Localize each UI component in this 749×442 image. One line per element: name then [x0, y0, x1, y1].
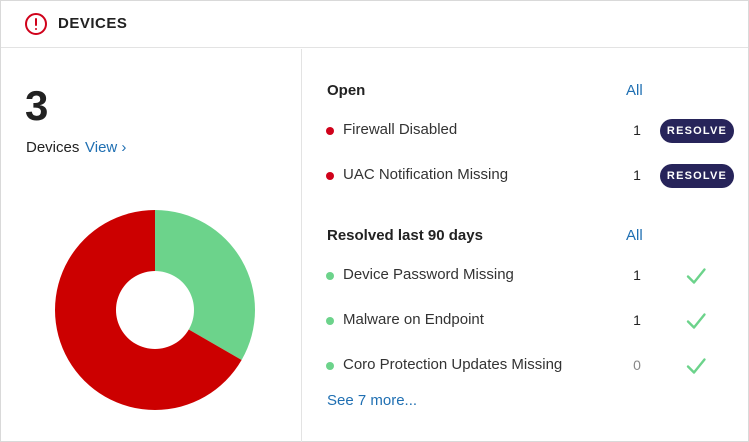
issue-label: Device Password Missing: [343, 266, 514, 283]
checkmark-icon: [686, 358, 706, 374]
status-dot-open: [326, 127, 334, 135]
resolved-all-link[interactable]: All: [626, 227, 643, 244]
devices-card: DEVICES 3 Devices View › Open All Firewa…: [0, 0, 749, 442]
card-title: DEVICES: [58, 15, 128, 32]
open-issue-row: Firewall Disabled 1 RESOLVE: [302, 119, 748, 143]
open-all-link[interactable]: All: [626, 82, 643, 99]
view-devices-link[interactable]: View ›: [85, 139, 126, 156]
resolved-issue-row: Device Password Missing 1: [302, 264, 748, 288]
donut-slice-resolved: [155, 210, 255, 360]
resolved-section-title: Resolved last 90 days: [327, 227, 483, 244]
see-more-link[interactable]: See 7 more...: [327, 392, 417, 409]
issue-count: 1: [633, 312, 641, 328]
checkmark-icon: [686, 313, 706, 329]
device-count: 3: [25, 82, 49, 129]
resolved-issue-row: Malware on Endpoint 1: [302, 309, 748, 333]
issue-label: Coro Protection Updates Missing: [343, 356, 563, 373]
status-dot-resolved: [326, 362, 334, 370]
checkmark-icon: [686, 268, 706, 284]
card-header: DEVICES: [1, 1, 748, 48]
issue-count: 1: [633, 167, 641, 183]
issues-panel: Open All Firewall Disabled 1 RESOLVE UAC…: [302, 49, 748, 442]
issue-label: UAC Notification Missing: [343, 166, 509, 183]
status-dot-open: [326, 172, 334, 180]
issue-count: 1: [633, 122, 641, 138]
alert-circle-icon: [25, 13, 47, 35]
issue-label: Malware on Endpoint: [343, 311, 484, 328]
open-issue-row: UAC Notification Missing 1 RESOLVE: [302, 164, 748, 188]
issue-count: 1: [633, 267, 641, 283]
resolve-button[interactable]: RESOLVE: [660, 164, 734, 188]
status-dot-resolved: [326, 317, 334, 325]
summary-panel: 3 Devices View ›: [1, 49, 301, 442]
devices-donut-chart: [55, 210, 255, 410]
resolved-issue-row: Coro Protection Updates Missing 0: [302, 354, 748, 378]
devices-label: Devices: [26, 139, 80, 156]
open-section-title: Open: [327, 82, 366, 99]
resolve-button[interactable]: RESOLVE: [660, 119, 734, 143]
issue-label: Firewall Disabled: [343, 121, 458, 138]
status-dot-resolved: [326, 272, 334, 280]
issue-count: 0: [633, 357, 641, 373]
